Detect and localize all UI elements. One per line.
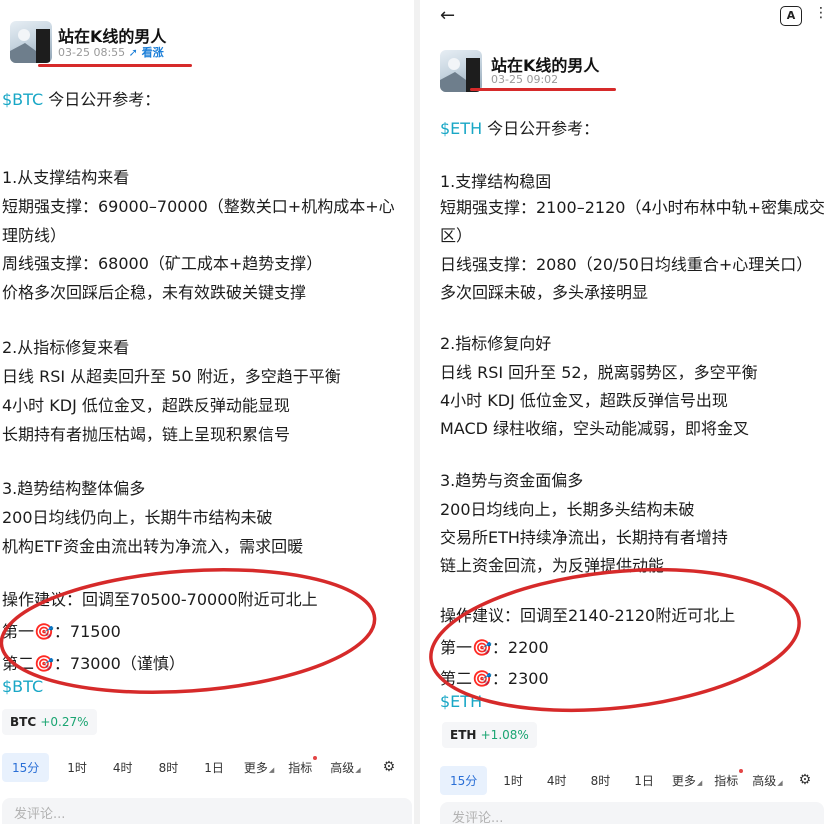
tab-indicators[interactable]: 指标 xyxy=(288,755,318,776)
post-line: 日线强支撑：2080（20/50日均线重合+心理关口） xyxy=(440,255,813,274)
post-line: 机构ETF资金由流出转为净流入，需求回暖 xyxy=(2,537,304,556)
post-line: 2.指标修复向好 xyxy=(440,334,552,353)
post-time: 03-25 09:02 xyxy=(491,73,559,86)
post-line: 长期持有者抛压枯竭，链上呈现积累信号 xyxy=(2,425,291,444)
tab-indicators-label: 指标 xyxy=(288,760,313,775)
post-line: 200日均线向上，长期多头结构未破 xyxy=(440,500,695,519)
timeframe-tabs: 15分 1时 4时 8时 1日 更多◢ 指标 高级◢ ⚙ xyxy=(440,763,824,797)
tab-advanced-label: 高级 xyxy=(330,760,355,775)
tab-8h[interactable]: 8时 xyxy=(591,772,611,789)
post-meta: 03-25 08:55 ➚ 看涨 xyxy=(58,44,164,60)
avatar-image xyxy=(440,58,480,92)
tab-advanced[interactable]: 高级◢ xyxy=(330,759,360,776)
tab-1h[interactable]: 1时 xyxy=(67,759,87,776)
comment-input[interactable]: 发评论... xyxy=(2,798,412,824)
post-line: 3.趋势与资金面偏多 xyxy=(440,471,584,490)
tab-1h[interactable]: 1时 xyxy=(503,772,523,789)
post-line: 周线强支撑：68000（矿工成本+趋势支撑） xyxy=(2,254,323,273)
post-time: 03-25 08:55 xyxy=(58,46,126,59)
chart-settings-icon[interactable]: ⚙ xyxy=(383,759,396,775)
chevron-down-icon: ◢ xyxy=(355,765,361,774)
annotation-underline xyxy=(470,88,616,91)
post-line: MACD 绿柱收缩，空头动能减弱，即将金叉 xyxy=(440,419,750,438)
tab-more[interactable]: 更多◢ xyxy=(244,759,274,776)
tab-indicators[interactable]: 指标 xyxy=(714,768,744,789)
tab-15m[interactable]: 15分 xyxy=(440,765,488,795)
post-line: 短期强支撑：2100–2120（4小时布林中轨+密集成交 xyxy=(440,198,824,217)
annotation-underline xyxy=(38,64,192,67)
post-line: 4小时 KDJ 低位金叉，超跌反弹信号出现 xyxy=(440,391,728,410)
tab-4h[interactable]: 4时 xyxy=(547,772,567,789)
tab-15m[interactable]: 15分 xyxy=(2,752,50,782)
tab-1d[interactable]: 1日 xyxy=(204,759,224,776)
tab-more-label: 更多 xyxy=(243,760,268,775)
avatar-image xyxy=(10,29,50,63)
translate-icon[interactable]: A xyxy=(780,6,802,26)
cashtag-eth[interactable]: $ETH xyxy=(440,119,482,138)
chart-settings-icon[interactable]: ⚙ xyxy=(799,772,812,788)
tab-more[interactable]: 更多◢ xyxy=(672,772,702,789)
post-line: 2.从指标修复来看 xyxy=(2,338,130,357)
chevron-down-icon: ◢ xyxy=(777,778,783,787)
ticker-symbol: ETH xyxy=(450,728,477,742)
post-line: 日线 RSI 从超卖回升至 50 附近，多空趋于平衡 xyxy=(2,367,341,386)
tab-1d[interactable]: 1日 xyxy=(634,772,654,789)
ticker-chip[interactable]: BTC +0.27% xyxy=(2,709,97,735)
post-line: 1.从支撑结构来看 xyxy=(2,168,130,187)
post-line: 价格多次回踩后企稳，未有效跌破关键支撑 xyxy=(2,283,307,302)
post-line: 多次回踩未破，多头承接明显 xyxy=(440,283,649,302)
post-line: $BTC 今日公开参考： xyxy=(2,90,161,109)
back-arrow-icon[interactable]: ← xyxy=(440,5,455,26)
ticker-chip[interactable]: ETH +1.08% xyxy=(442,722,537,748)
post-line: 区） xyxy=(440,226,473,245)
post-line: 1.支撑结构稳固 xyxy=(440,172,552,191)
post-line: 3.趋势结构整体偏多 xyxy=(2,479,146,498)
timeframe-tabs: 15分 1时 4时 8时 1日 更多◢ 指标 高级◢ ⚙ xyxy=(2,750,412,784)
chevron-down-icon: ◢ xyxy=(268,765,275,774)
author-avatar[interactable] xyxy=(10,21,52,63)
tab-4h[interactable]: 4时 xyxy=(113,759,133,776)
annotation-circle xyxy=(429,567,801,713)
tab-advanced-label: 高级 xyxy=(752,773,777,788)
cashtag-btc[interactable]: $BTC xyxy=(2,90,43,109)
sentiment-tag: ➚ 看涨 xyxy=(128,46,164,59)
sentiment-tag-label: 看涨 xyxy=(141,46,164,59)
post-line: $ETH 今日公开参考： xyxy=(440,119,600,138)
ticker-change: +0.27% xyxy=(40,715,89,729)
author-avatar[interactable] xyxy=(440,50,482,92)
annotation-circle xyxy=(0,567,377,695)
right-post-panel: ← A ⋮ 站在K线的男人 03-25 09:02 $ETH 今日公开参考： 1… xyxy=(420,0,824,824)
tab-more-label: 更多 xyxy=(671,773,696,788)
notification-dot xyxy=(313,755,318,760)
post-line: 交易所ETH持续净流出，长期持有者增持 xyxy=(440,528,728,547)
post-line: 理防线） xyxy=(2,226,67,245)
post-line: 4小时 KDJ 低位金叉，超跌反弹动能显现 xyxy=(2,396,290,415)
left-post-panel: 站在K线的男人 03-25 08:55 ➚ 看涨 $BTC 今日公开参考： 1.… xyxy=(0,0,414,824)
notification-dot xyxy=(739,768,744,773)
ticker-change: +1.08% xyxy=(480,728,529,742)
tab-indicators-label: 指标 xyxy=(714,773,739,788)
ticker-symbol: BTC xyxy=(10,715,37,729)
share-icon[interactable]: ⋮ xyxy=(814,5,824,21)
tab-8h[interactable]: 8时 xyxy=(159,759,179,776)
tab-advanced[interactable]: 高级◢ xyxy=(752,772,782,789)
post-line: 日线 RSI 回升至 52，脱离弱势区，多空平衡 xyxy=(440,363,758,382)
post-line: 短期强支撑：69000–70000（整数关口+机构成本+心 xyxy=(2,197,395,216)
comment-input[interactable]: 发评论... xyxy=(440,802,824,824)
chevron-down-icon: ◢ xyxy=(696,778,703,787)
post-line: 200日均线仍向上，长期牛市结构未破 xyxy=(2,508,273,527)
